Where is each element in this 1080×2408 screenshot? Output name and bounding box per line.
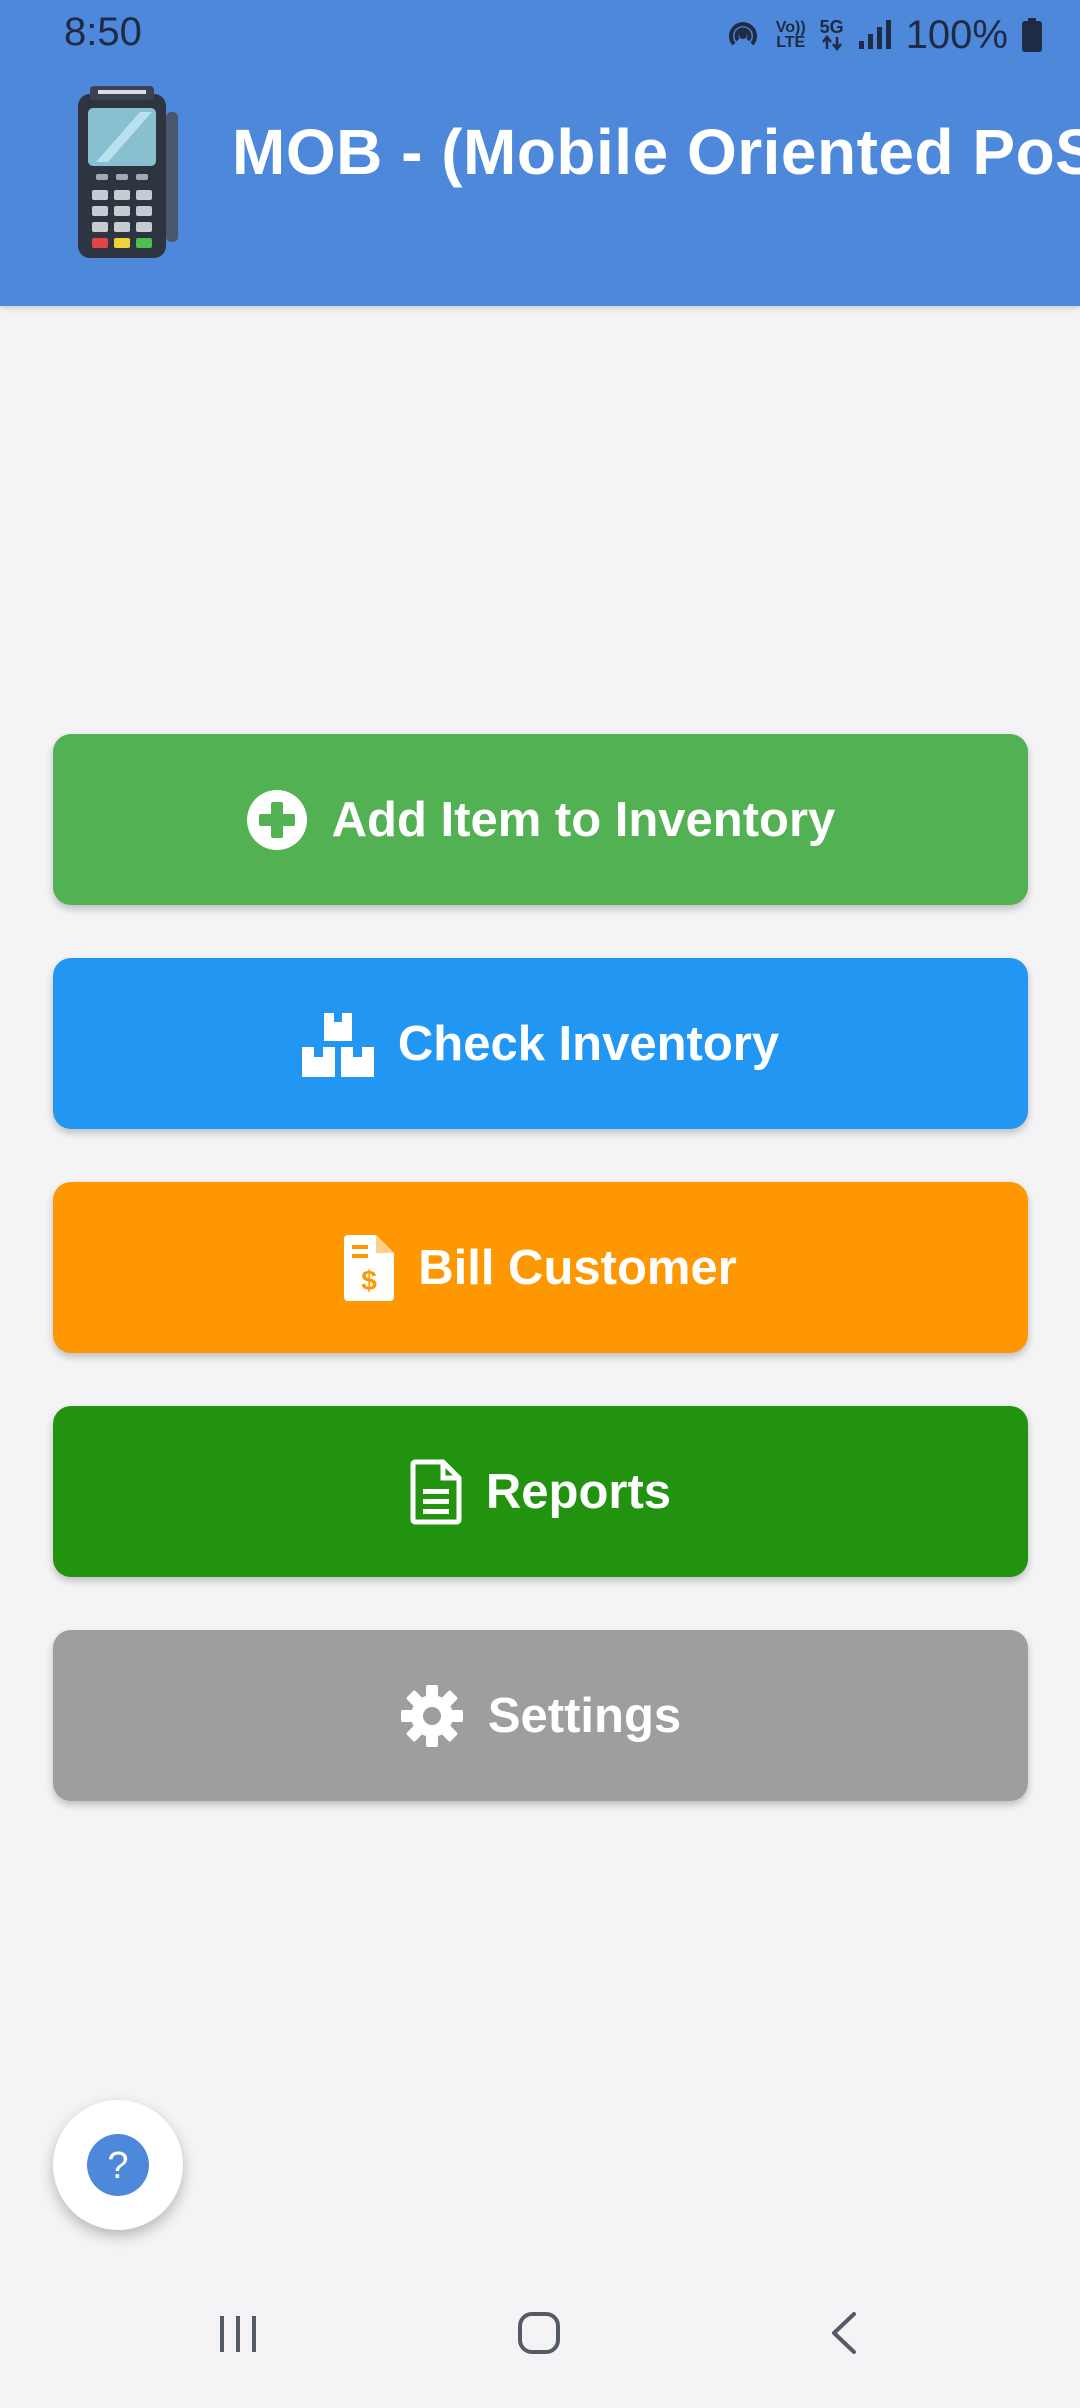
recent-apps-icon[interactable] <box>214 2308 264 2358</box>
document-icon <box>410 1459 462 1525</box>
app-header: 8:50 Vo)) LTE 5G 100% MOB - (Mobile Orie… <box>0 0 1080 306</box>
add-item-label: Add Item to Inventory <box>331 792 836 847</box>
system-nav-bar <box>0 2278 1080 2408</box>
network-label: 5G <box>819 16 844 37</box>
help-symbol: ? <box>107 2145 128 2187</box>
signal-icon <box>858 20 891 49</box>
invoice-dollar-icon: $ <box>344 1234 395 1301</box>
volte-icon: Vo)) LTE <box>775 19 806 51</box>
home-icon[interactable] <box>514 2308 566 2358</box>
reports-label: Reports <box>485 1464 672 1519</box>
settings-button[interactable]: Settings <box>53 1630 1028 1801</box>
add-item-button[interactable]: Add Item to Inventory <box>53 734 1028 905</box>
volte-bottom-label: LTE <box>776 34 806 51</box>
help-icon: ? <box>87 2134 149 2196</box>
data-arrows-icon <box>821 34 842 51</box>
boxes-icon <box>301 1011 374 1077</box>
check-inventory-button[interactable]: Check Inventory <box>53 958 1028 1129</box>
battery-percent: 100% <box>905 12 1008 57</box>
help-button[interactable]: ? <box>53 2100 183 2230</box>
pos-terminal-icon <box>78 86 178 258</box>
bill-customer-button[interactable]: $ Bill Customer <box>53 1182 1028 1353</box>
battery-icon <box>1022 18 1042 52</box>
settings-label: Settings <box>487 1688 682 1743</box>
hotspot-icon <box>728 22 757 46</box>
check-inventory-label: Check Inventory <box>397 1016 780 1071</box>
app-title: MOB - (Mobile Oriented PoS) <box>232 116 1080 188</box>
back-icon[interactable] <box>820 2308 870 2358</box>
volte-top-label: Vo)) <box>775 19 806 36</box>
status-time: 8:50 <box>64 10 142 54</box>
add-circle-icon <box>246 789 308 851</box>
bill-customer-label: Bill Customer <box>418 1240 737 1295</box>
svg-text:$: $ <box>361 1265 377 1296</box>
5g-data-icon: 5G <box>819 16 844 51</box>
reports-button[interactable]: Reports <box>53 1406 1028 1577</box>
gear-icon <box>400 1684 464 1748</box>
status-icons: Vo)) LTE 5G 100% <box>724 8 1042 62</box>
